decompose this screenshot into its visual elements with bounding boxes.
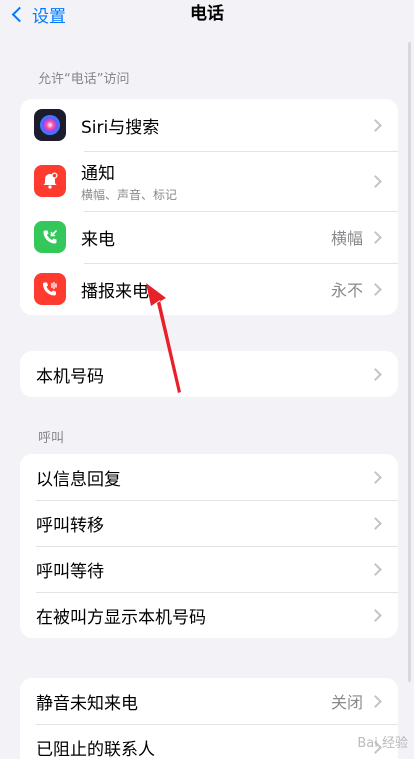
row-label: 已阻止的联系人: [36, 739, 155, 759]
siri-icon: [34, 109, 66, 141]
row-label: Siri与搜索: [81, 117, 160, 138]
my-number-group: 本机号码: [20, 351, 398, 397]
chevron-right-icon: [369, 562, 382, 576]
row-value: 永不: [330, 281, 363, 300]
row-show-caller-id[interactable]: 在被叫方显示本机号码: [20, 592, 398, 638]
row-label: 在被叫方显示本机号码: [36, 607, 206, 628]
calls-group: 以信息回复 呼叫转移 呼叫等待 在被叫方显示本机号码: [20, 454, 398, 638]
row-label: 来电: [81, 229, 115, 250]
row-blocked-contacts[interactable]: 已阻止的联系人: [20, 724, 398, 759]
row-label: 静音未知来电: [36, 693, 138, 714]
chevron-right-icon: [369, 174, 382, 188]
navigation-bar: 设置 电话: [0, 0, 414, 46]
chevron-right-icon: [369, 118, 382, 132]
incoming-call-icon: [34, 221, 66, 253]
row-sublabel: 横幅、声音、标记: [81, 188, 178, 202]
chevron-right-icon: [369, 694, 382, 708]
access-group: Siri与搜索 通知 横幅、声音、标记 来电 横幅 播报来电 永不: [20, 99, 398, 315]
row-label: 通知: [81, 164, 115, 184]
row-siri-search[interactable]: Siri与搜索: [20, 99, 398, 151]
row-label: 呼叫转移: [36, 515, 104, 536]
chevron-right-icon: [369, 516, 382, 530]
chevron-right-icon: [369, 367, 382, 381]
row-value: 横幅: [330, 229, 363, 248]
row-notifications[interactable]: 通知 横幅、声音、标记: [20, 151, 398, 211]
chevron-right-icon: [369, 608, 382, 622]
chevron-right-icon: [369, 230, 382, 244]
row-respond-with-text[interactable]: 以信息回复: [20, 454, 398, 500]
row-incoming-calls[interactable]: 来电 横幅: [20, 211, 398, 263]
section-header-calls: 呼叫: [38, 431, 65, 446]
page-title: 电话: [190, 4, 224, 24]
row-label: 以信息回复: [36, 469, 121, 490]
scrollbar[interactable]: [408, 42, 411, 682]
blocking-group: 静音未知来电 关闭 已阻止的联系人: [20, 678, 398, 759]
watermark-logo: Bai 经验: [357, 736, 408, 751]
section-header-access: 允许“电话”访问: [38, 72, 130, 87]
chevron-right-icon: [369, 470, 382, 484]
row-silence-unknown-callers[interactable]: 静音未知来电 关闭: [20, 678, 398, 724]
announce-call-icon: [34, 273, 66, 305]
row-value: 关闭: [330, 693, 363, 712]
row-call-waiting[interactable]: 呼叫等待: [20, 546, 398, 592]
row-call-forwarding[interactable]: 呼叫转移: [20, 500, 398, 546]
row-label: 本机号码: [36, 366, 104, 387]
row-label: 播报来电: [81, 281, 149, 302]
row-announce-calls[interactable]: 播报来电 永不: [20, 263, 398, 315]
notification-bell-icon: [34, 165, 66, 197]
row-my-number[interactable]: 本机号码: [20, 351, 398, 397]
row-label: 呼叫等待: [36, 561, 104, 582]
chevron-right-icon: [369, 282, 382, 296]
